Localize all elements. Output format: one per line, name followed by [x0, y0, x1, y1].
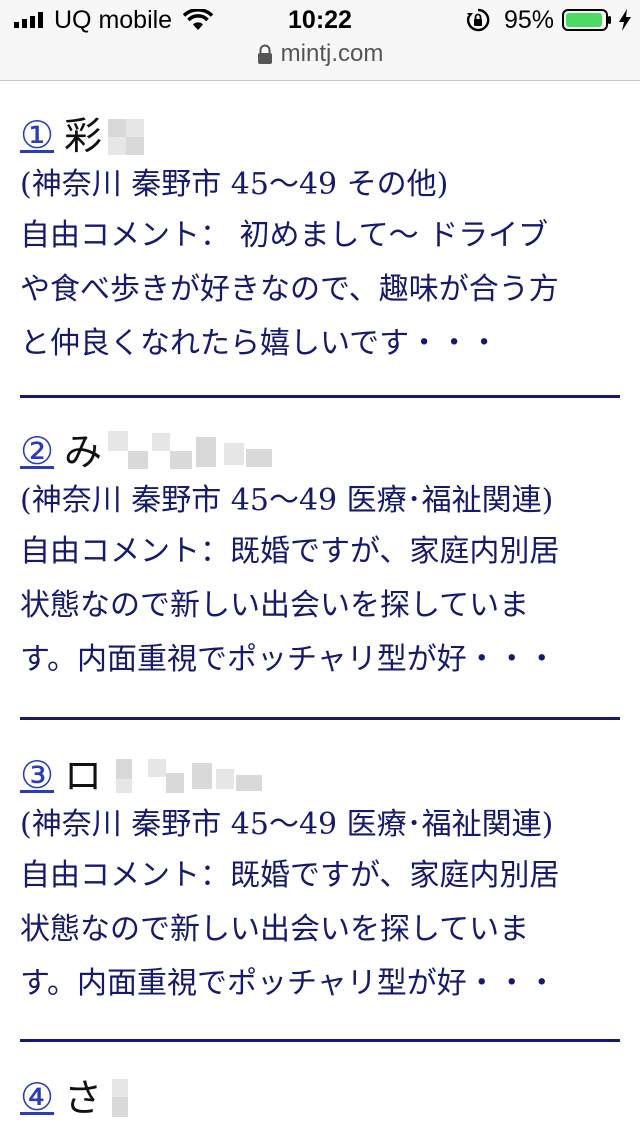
list-item: ① 彩 (神奈川 秦野市 45〜49 その他) 自由コメント： 初めまして〜 ド…: [20, 105, 620, 371]
list-item: ③ ロ (神奈川 秦野市 45〜49 医療･福祉関連) 自由コメント：既婚ですが…: [20, 745, 620, 1011]
comment-line: 自由コメント：既婚ですが、家庭内別居: [20, 534, 560, 569]
padlock-icon: [257, 44, 272, 64]
comment-line: や食べ歩きが好きなので、趣味が合う方: [20, 272, 559, 307]
profile-list: ① 彩 (神奈川 秦野市 45〜49 その他) 自由コメント： 初めまして〜 ド…: [0, 81, 640, 1136]
divider: [20, 1039, 620, 1042]
comment-line: す。内面重視でポッチャリ型が好・・・: [20, 642, 557, 677]
profile-meta: (神奈川 秦野市 45〜49 医療･福祉関連): [20, 483, 554, 518]
divider: [20, 717, 620, 720]
list-item: ④ さ: [20, 1067, 620, 1127]
charging-bolt-icon: [619, 9, 631, 31]
comment-line: 状態なので新しい出会いを探していま: [20, 588, 530, 623]
comment-line: す。内面重視でポッチャリ型が好・・・: [20, 966, 557, 1001]
profile-number-link[interactable]: ②: [20, 427, 54, 475]
browser-url-bar[interactable]: mintj.com: [0, 40, 640, 81]
profile-comment: 自由コメント：既婚ですが、家庭内別居 状態なので新しい出会いを探していま す。内…: [20, 849, 620, 1011]
battery-percent: 95%: [504, 6, 555, 34]
profile-meta: (神奈川 秦野市 45〜49 医療･福祉関連): [20, 807, 554, 842]
status-bar: UQ mobile 10:22 95%: [0, 0, 640, 40]
list-item: ② み (神奈川 秦野市 45〜49 医療･福祉関連) 自由コメント：既婚ですが…: [20, 421, 620, 687]
profile-number-link[interactable]: ③: [20, 751, 54, 799]
profile-name: ロ: [64, 754, 103, 798]
profile-meta: (神奈川 秦野市 45〜49 その他): [20, 167, 449, 202]
profile-name: 彩: [64, 114, 103, 158]
profile-comment: 自由コメント：既婚ですが、家庭内別居 状態なので新しい出会いを探していま す。内…: [20, 525, 620, 687]
battery-icon: [562, 9, 611, 31]
orientation-lock-icon: [467, 8, 490, 32]
profile-number-link[interactable]: ①: [20, 111, 54, 159]
comment-line: 自由コメント：既婚ですが、家庭内別居: [20, 858, 560, 893]
comment-line: 自由コメント： 初めまして〜 ドライブ: [20, 218, 549, 253]
profile-name: み: [64, 430, 103, 474]
profile-number-link[interactable]: ④: [20, 1073, 54, 1121]
url-text: mintj.com: [280, 40, 384, 67]
divider: [20, 395, 620, 398]
comment-line: 状態なので新しい出会いを探していま: [20, 912, 530, 947]
profile-comment: 自由コメント： 初めまして〜 ドライブ や食べ歩きが好きなので、趣味が合う方 と…: [20, 209, 620, 371]
comment-line: と仲良くなれたら嬉しいです・・・: [20, 326, 500, 361]
profile-name: さ: [64, 1076, 103, 1120]
